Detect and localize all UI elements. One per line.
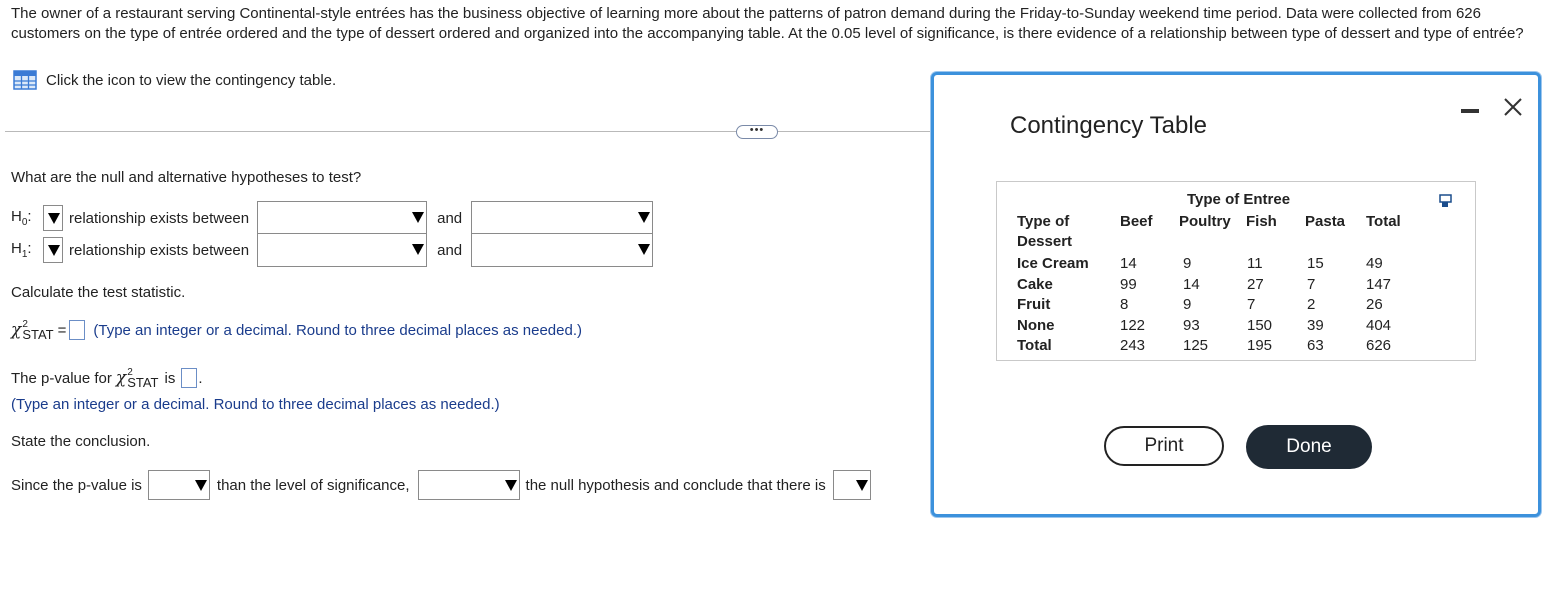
table-cell: 7 [1247, 296, 1256, 313]
table-icon[interactable] [13, 70, 37, 90]
row-label: None [1017, 317, 1055, 334]
table-cell: 14 [1183, 276, 1200, 293]
table-cell: 150 [1247, 317, 1273, 334]
table-cell: 243 [1120, 337, 1146, 354]
h0-text: relationship exists between [69, 209, 250, 227]
pvalue-note: (Type an integer or a decimal. Round to … [11, 396, 500, 413]
conclusion-row: Since the p-value is than the level of s… [11, 469, 871, 501]
chevron-down-icon [855, 480, 868, 491]
calc-question: Calculate the test statistic. [11, 284, 186, 301]
table-cell: 39 [1307, 317, 1324, 334]
h1-label: H1: [11, 240, 32, 260]
table-cell: 626 [1366, 337, 1392, 354]
row-header-line1: Type of [1017, 213, 1070, 230]
chi-stat-note: (Type an integer or a decimal. Round to … [93, 321, 582, 339]
table-cell: 99 [1120, 276, 1137, 293]
contingency-table: Type of Entree Type of Dessert Beef Poul… [996, 181, 1476, 361]
chevron-down-icon [638, 212, 651, 223]
evidence-dropdown[interactable] [832, 470, 871, 500]
done-button[interactable]: Done [1246, 425, 1372, 469]
decision-dropdown[interactable] [417, 470, 520, 500]
entree-header: Type of Entree [1187, 191, 1291, 208]
h0-row: H0: relationship exists between and [11, 201, 654, 235]
pvalue-chi-symbol: χ 2 STAT [115, 367, 159, 390]
expand-more-button[interactable]: ••• [736, 125, 778, 139]
table-cell: 49 [1366, 255, 1383, 272]
chevron-down-icon [504, 480, 517, 491]
chevron-down-icon [48, 245, 60, 256]
table-cell: 63 [1307, 337, 1324, 354]
col-header: Fish [1246, 213, 1277, 230]
table-cell: 11 [1247, 255, 1263, 272]
minimize-icon[interactable] [1461, 109, 1479, 113]
hypotheses-question: What are the null and alternative hypoth… [11, 169, 362, 186]
view-table-link[interactable]: Click the icon to view the contingency t… [13, 70, 336, 90]
table-cell: 9 [1183, 255, 1192, 272]
section-divider [5, 131, 935, 132]
pvalue-comparison-dropdown[interactable] [147, 470, 210, 500]
h1-variable1-dropdown[interactable] [257, 233, 428, 267]
table-cell: 14 [1120, 255, 1137, 272]
print-button[interactable]: Print [1104, 426, 1224, 466]
table-cell: 2 [1307, 296, 1316, 313]
h1-relationship-dropdown[interactable] [43, 237, 63, 263]
col-header: Pasta [1305, 213, 1346, 230]
table-cell: 195 [1247, 337, 1273, 354]
h1-and: and [437, 241, 463, 259]
table-cell: 26 [1366, 296, 1383, 313]
close-icon[interactable] [1501, 95, 1525, 119]
chi-stat-label: χ 2 STAT [11, 319, 54, 342]
pvalue-input[interactable] [181, 368, 198, 388]
pvalue-row: The p-value for χ 2 STAT is . [11, 367, 203, 390]
h0-relationship-dropdown[interactable] [43, 205, 63, 231]
table-cell: 7 [1307, 276, 1316, 293]
col-header: Beef [1120, 213, 1153, 230]
question-intro: The owner of a restaurant serving Contin… [11, 5, 1524, 42]
h0-and: and [437, 209, 463, 227]
row-header-line2: Dessert [1017, 233, 1073, 250]
row-label: Cake [1017, 276, 1053, 293]
contingency-table-modal: Contingency Table Type of Entree Type of… [931, 72, 1541, 517]
row-label: Ice Cream [1017, 255, 1089, 272]
conclusion-text-b: than the level of significance, [216, 476, 410, 494]
modal-title: Contingency Table [1010, 112, 1208, 139]
table-cell: 15 [1307, 255, 1324, 272]
table-cell: 404 [1366, 317, 1392, 334]
chevron-down-icon [638, 244, 651, 255]
table-cell: 9 [1183, 296, 1192, 313]
col-header: Poultry [1179, 213, 1231, 230]
table-cell: 147 [1366, 276, 1392, 293]
pvalue-label: The p-value for [11, 369, 112, 387]
h1-row: H1: relationship exists between and [11, 233, 654, 267]
chevron-down-icon [412, 244, 425, 255]
h0-variable1-dropdown[interactable] [257, 201, 428, 235]
copy-icon[interactable] [1439, 194, 1453, 208]
col-header: Total [1366, 213, 1401, 230]
table-cell: 122 [1120, 317, 1146, 334]
table-cell: 27 [1247, 276, 1264, 293]
pvalue-is: is [164, 369, 176, 387]
h1-text: relationship exists between [69, 241, 250, 259]
row-label: Fruit [1017, 296, 1051, 313]
chi-stat-row: χ 2 STAT = (Type an integer or a decimal… [11, 319, 582, 342]
table-link-label[interactable]: Click the icon to view the contingency t… [46, 72, 336, 89]
h0-label: H0: [11, 208, 32, 228]
h1-variable2-dropdown[interactable] [471, 233, 654, 267]
h0-variable2-dropdown[interactable] [471, 201, 654, 235]
conclusion-text-c: the null hypothesis and conclude that th… [525, 476, 826, 494]
row-label: Total [1017, 337, 1052, 354]
conclusion-question: State the conclusion. [11, 433, 151, 450]
conclusion-text-a: Since the p-value is [11, 476, 142, 494]
chi-stat-input[interactable] [69, 320, 86, 340]
chevron-down-icon [48, 213, 60, 224]
table-cell: 125 [1183, 337, 1209, 354]
equals-sign: = [57, 321, 67, 339]
table-cell: 8 [1120, 296, 1129, 313]
chevron-down-icon [412, 212, 425, 223]
table-cell: 93 [1183, 317, 1200, 334]
chevron-down-icon [194, 480, 207, 491]
